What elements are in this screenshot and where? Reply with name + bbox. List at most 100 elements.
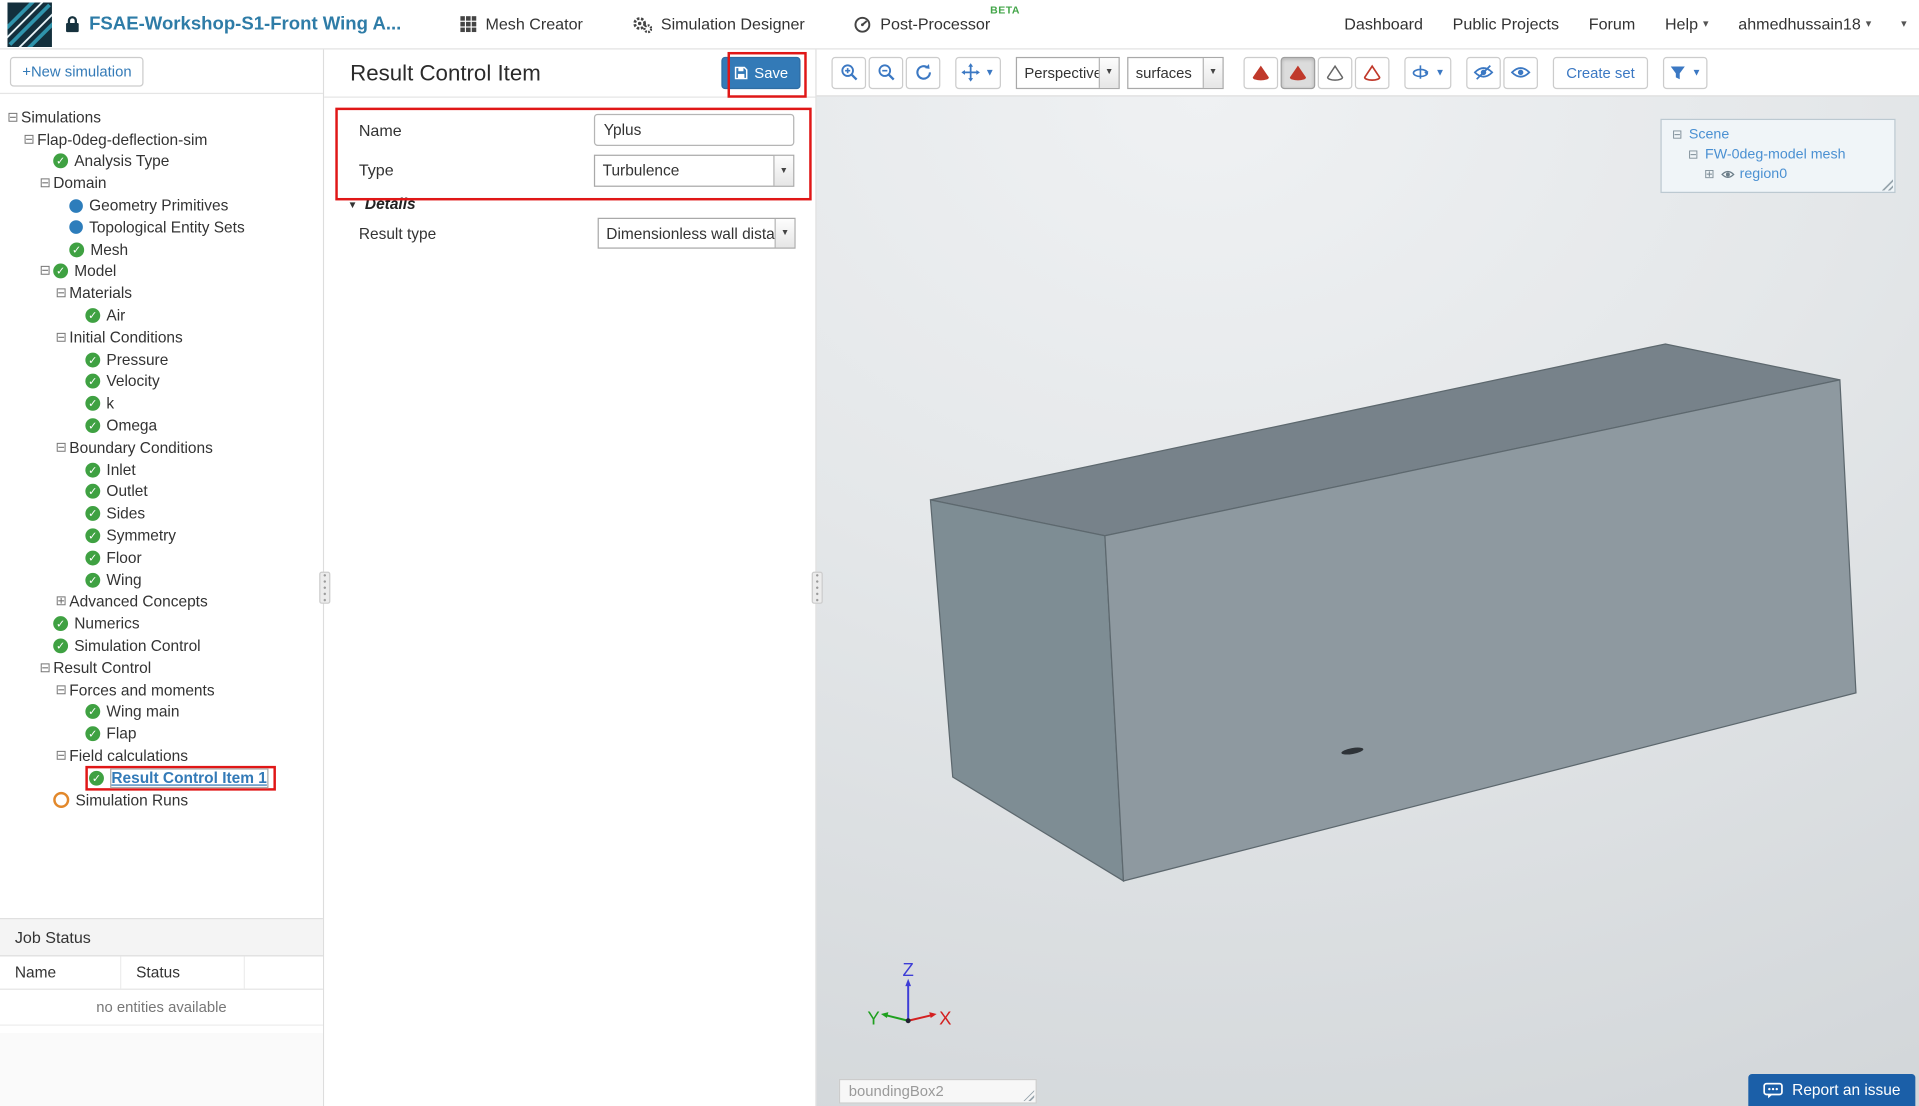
tree-item-k[interactable]: ✓ k (0, 393, 323, 415)
details-section-header[interactable]: ▼ Details (348, 195, 416, 212)
cone-tool-button-1[interactable] (1243, 56, 1279, 89)
tree-item-air[interactable]: ✓ Air (0, 305, 323, 327)
tree-item-simulations[interactable]: ⊟ Simulations (0, 106, 323, 128)
tree-item-inlet[interactable]: ✓ Inlet (0, 459, 323, 481)
tree-minus-icon[interactable]: ⊟ (53, 683, 69, 698)
tree-item-content: ✓ Wing main (85, 703, 179, 721)
nav-simulation-designer[interactable]: Simulation Designer (632, 15, 819, 33)
panel-splitter-handle[interactable] (811, 571, 823, 604)
tree-item-simulation-runs[interactable]: Simulation Runs (0, 789, 323, 811)
tree-item-field-calculations[interactable]: ⊟ Field calculations (0, 745, 323, 767)
tree-item-flap-0deg-deflection-sim[interactable]: ⊟ Flap-0deg-deflection-sim (0, 128, 323, 150)
bounding-box-name-field[interactable]: boundingBox2 (838, 1078, 1037, 1104)
tree-item-geometry-primitives[interactable]: Geometry Primitives (0, 194, 323, 216)
cone-tool-button-2[interactable] (1280, 56, 1316, 89)
tree-minus-icon[interactable]: ⊟ (5, 110, 21, 125)
tree-minus-icon[interactable]: ⊟ (21, 132, 37, 147)
tree-item-content: Topological Entity Sets (69, 218, 245, 237)
orientation-button[interactable]: ▼ (1404, 56, 1452, 89)
zoom-out-button[interactable] (868, 56, 904, 89)
tree-minus-icon[interactable]: ⊟ (53, 286, 69, 301)
tree-item-mesh[interactable]: ✓ Mesh (0, 239, 323, 261)
pending-circle-icon (53, 791, 70, 809)
job-column-name: Name (0, 956, 122, 989)
tree-item-materials[interactable]: ⊟ Materials (0, 283, 323, 305)
hide-selection-button[interactable] (1466, 56, 1501, 89)
tree-minus-icon[interactable]: ⊟ (53, 749, 69, 764)
tree-item-label: Numerics (74, 615, 140, 633)
tree-item-outlet[interactable]: ✓ Outlet (0, 481, 323, 503)
tree-item-topological-entity-sets[interactable]: Topological Entity Sets (0, 217, 323, 239)
tree-item-result-control[interactable]: ⊟ Result Control (0, 657, 323, 679)
create-set-button[interactable]: Create set (1552, 56, 1649, 89)
tree-minus-icon[interactable]: ⊟ (37, 264, 53, 279)
tree-minus-icon[interactable]: ⊟ (53, 440, 69, 455)
tree-item-velocity[interactable]: ✓ Velocity (0, 371, 323, 393)
navbar-collapse-chevron-icon[interactable]: ▾ (1901, 17, 1907, 31)
camera-mode-select[interactable]: Perspective ▼ (1015, 56, 1120, 89)
tree-item-label: Materials (69, 284, 133, 303)
tree-item-label: Inlet (106, 461, 136, 479)
move-tool-button[interactable]: ▼ (955, 56, 1001, 89)
filter-button[interactable]: ▼ (1663, 56, 1708, 89)
tree-item-content: ✓ Air (85, 307, 125, 324)
scene-tree-region[interactable]: ⊞ region0 (1662, 165, 1895, 185)
tree-item-initial-conditions[interactable]: ⊟ Initial Conditions (0, 327, 323, 349)
name-input[interactable] (593, 113, 795, 147)
tree-item-pressure[interactable]: ✓ Pressure (0, 349, 323, 371)
cone-filled-icon (1289, 64, 1306, 80)
nav-public-projects[interactable]: Public Projects (1453, 15, 1559, 34)
reset-view-button[interactable] (905, 56, 941, 89)
tree-item-label: Simulations (21, 108, 101, 127)
render-mode-select[interactable]: surfaces ▼ (1127, 56, 1224, 89)
tree-item-result-control-item-1[interactable]: ✓ Result Control Item 1 (0, 765, 323, 791)
tree-minus-icon[interactable]: ⊟ (37, 660, 53, 675)
app-logo[interactable] (0, 0, 61, 56)
tree-item-domain[interactable]: ⊟ Domain (0, 172, 323, 194)
viewer-3d: ▼ Perspective ▼ surfaces ▼ ▼ Create set … (816, 49, 1919, 1106)
bounding-box-mesh[interactable] (817, 97, 1919, 1106)
tree-item-wing-main[interactable]: ✓ Wing main (0, 701, 323, 723)
tree-item-symmetry[interactable]: ✓ Symmetry (0, 525, 323, 547)
project-title[interactable]: FSAE-Workshop-S1-Front Wing A... (89, 14, 401, 35)
tree-item-forces-and-moments[interactable]: ⊟ Forces and moments (0, 679, 323, 701)
tree-item-advanced-concepts[interactable]: ⊞ Advanced Concepts (0, 591, 323, 613)
tree-item-wing[interactable]: ✓ Wing (0, 569, 323, 591)
check-icon: ✓ (69, 242, 85, 257)
tree-plus-icon[interactable]: ⊞ (53, 594, 69, 609)
nav-post-processor[interactable]: Post-Processor BETA (854, 4, 1019, 33)
tree-item-analysis-type[interactable]: ✓ Analysis Type (0, 150, 323, 172)
new-simulation-button[interactable]: +New simulation (9, 56, 144, 86)
type-select[interactable]: Turbulence ▼ (593, 154, 795, 187)
tree-item-simulation-control[interactable]: ✓ Simulation Control (0, 635, 323, 657)
tree-item-sides[interactable]: ✓ Sides (0, 503, 323, 525)
tree-minus-icon[interactable]: ⊟ (37, 176, 53, 191)
tree-item-boundary-conditions[interactable]: ⊟ Boundary Conditions (0, 437, 323, 459)
tree-item-numerics[interactable]: ✓ Numerics (0, 613, 323, 635)
nav-dashboard[interactable]: Dashboard (1344, 15, 1423, 34)
show-all-button[interactable] (1503, 56, 1538, 89)
tree-item-model[interactable]: ⊟ ✓ Model (0, 261, 323, 283)
tree-item-label: Topological Entity Sets (89, 218, 245, 237)
save-button[interactable]: Save (720, 56, 801, 90)
nav-forum[interactable]: Forum (1589, 15, 1635, 34)
result-type-select[interactable]: Dimensionless wall distanc ▼ (597, 217, 796, 249)
report-issue-button[interactable]: Report an issue (1748, 1073, 1916, 1106)
check-icon: ✓ (85, 418, 101, 434)
nav-mesh-creator[interactable]: Mesh Creator (460, 15, 598, 33)
tree-item-flap[interactable]: ✓ Flap (0, 723, 323, 745)
scene-tree-mesh[interactable]: ⊟ FW-0deg-model mesh (1662, 145, 1895, 165)
render-canvas[interactable]: ⊟ Scene ⊟ FW-0deg-model mesh ⊞ region0 Z… (816, 96, 1919, 1106)
nav-user-menu[interactable]: ahmedhussain18 ▾ (1738, 15, 1871, 34)
tree-minus-icon[interactable]: ⊟ (53, 330, 69, 345)
cone-tool-button-4[interactable] (1354, 56, 1390, 89)
zoom-in-button[interactable] (831, 56, 867, 89)
nav-help-menu[interactable]: Help ▾ (1665, 15, 1709, 34)
scene-tree-root[interactable]: ⊟ Scene (1662, 125, 1895, 145)
cone-tool-button-3[interactable] (1317, 56, 1353, 89)
sidebar-splitter-handle[interactable] (319, 571, 331, 604)
scene-tree-overlay[interactable]: ⊟ Scene ⊟ FW-0deg-model mesh ⊞ region0 (1660, 118, 1896, 194)
tree-item-floor[interactable]: ✓ Floor (0, 547, 323, 569)
tree-item-omega[interactable]: ✓ Omega (0, 415, 323, 437)
simulation-sidebar: +New simulation ⊟ Simulations ⊟ Flap-0deg-d… (0, 49, 325, 1106)
